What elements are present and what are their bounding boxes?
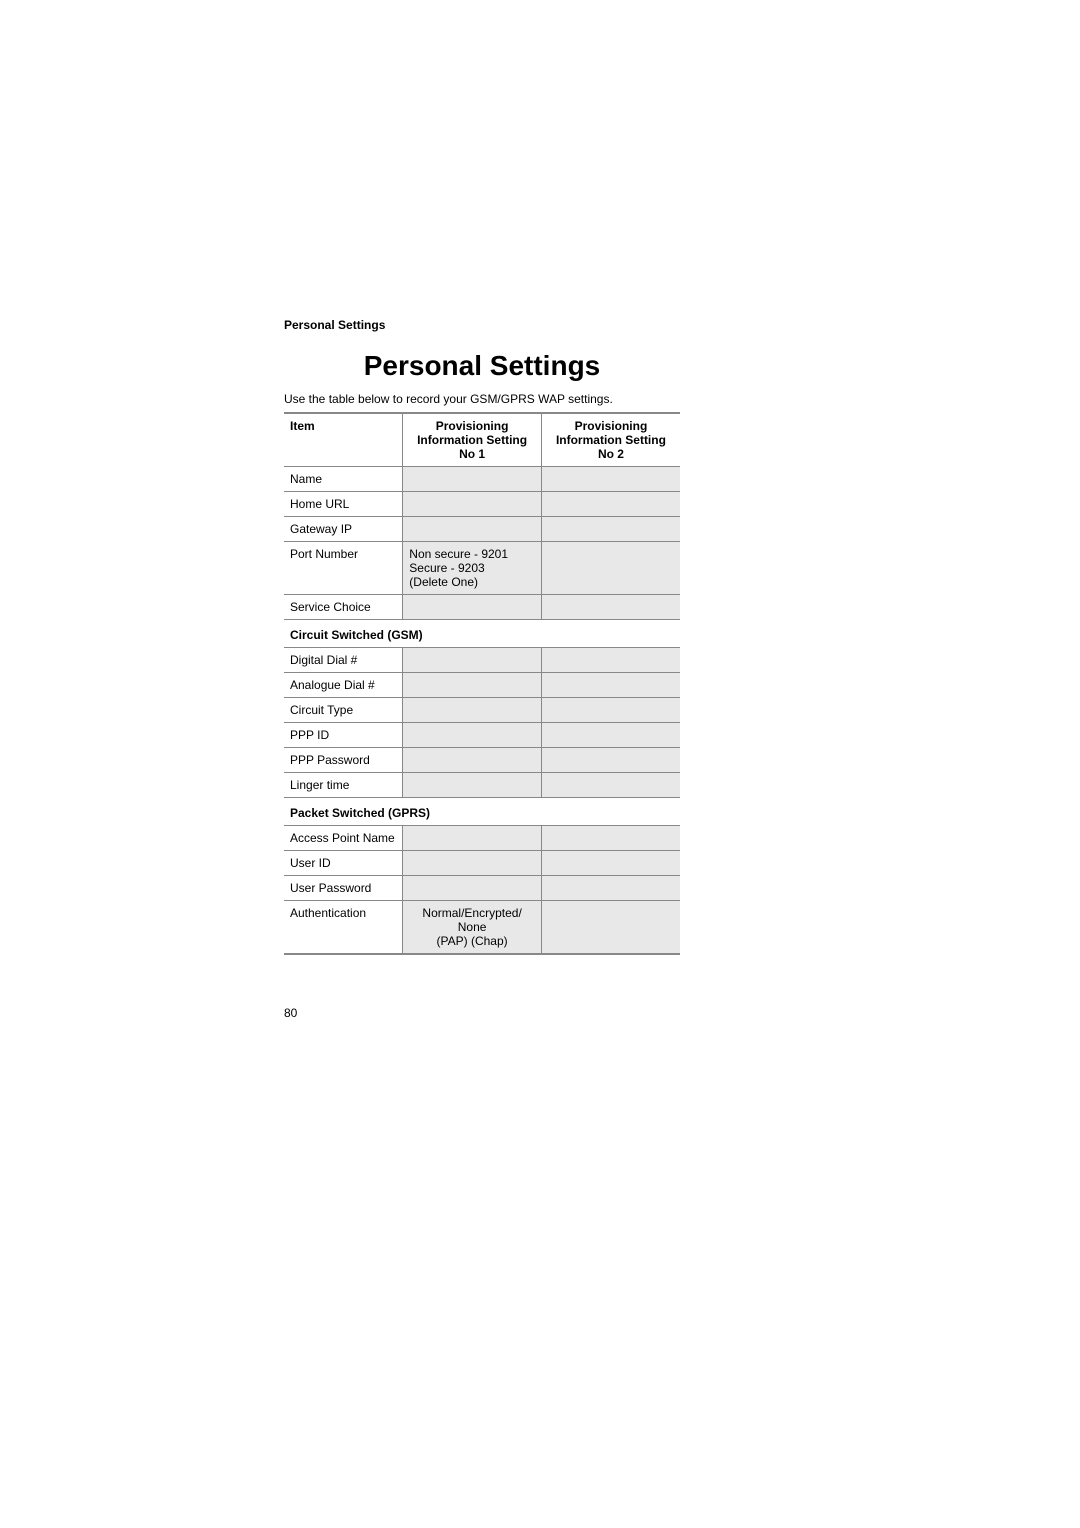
- cell-value-2: [541, 851, 680, 876]
- cell-label: User Password: [284, 876, 403, 901]
- cell-label: User ID: [284, 851, 403, 876]
- cell-label: Circuit Type: [284, 698, 403, 723]
- table-row: Linger time: [284, 773, 680, 798]
- table-row: PPP ID: [284, 723, 680, 748]
- table-row: Home URL: [284, 492, 680, 517]
- cell-value-2: [541, 467, 680, 492]
- table-row: Name: [284, 467, 680, 492]
- table-row: Port Number Non secure - 9201 Secure - 9…: [284, 542, 680, 595]
- page-title: Personal Settings: [284, 350, 680, 382]
- cell-value-1: [403, 492, 542, 517]
- cell-value-1: [403, 876, 542, 901]
- cell-value-2: [541, 901, 680, 955]
- section-label: Circuit Switched (GSM): [284, 620, 680, 648]
- table-row: User ID: [284, 851, 680, 876]
- cell-label: Access Point Name: [284, 826, 403, 851]
- section-header: Packet Switched (GPRS): [284, 798, 680, 826]
- cell-value-1: [403, 773, 542, 798]
- cell-value-2: [541, 595, 680, 620]
- cell-value-1: [403, 648, 542, 673]
- cell-value-2: [541, 648, 680, 673]
- table-row: Authentication Normal/Encrypted/ None (P…: [284, 901, 680, 955]
- table-row: Gateway IP: [284, 517, 680, 542]
- cell-value-1: [403, 673, 542, 698]
- table-row: Service Choice: [284, 595, 680, 620]
- cell-value-1: [403, 595, 542, 620]
- col-setting-1: Provisioning Information Setting No 1: [403, 413, 542, 467]
- col-setting-2: Provisioning Information Setting No 2: [541, 413, 680, 467]
- cell-value-2: [541, 723, 680, 748]
- cell-value-2: [541, 492, 680, 517]
- table-row: User Password: [284, 876, 680, 901]
- section-label: Packet Switched (GPRS): [284, 798, 680, 826]
- cell-value-2: [541, 673, 680, 698]
- table-row: Digital Dial #: [284, 648, 680, 673]
- cell-value-2: [541, 698, 680, 723]
- cell-value-1: [403, 467, 542, 492]
- cell-value-1: [403, 517, 542, 542]
- table-row: Circuit Type: [284, 698, 680, 723]
- cell-value-2: [541, 773, 680, 798]
- section-header: Circuit Switched (GSM): [284, 620, 680, 648]
- cell-value-1: [403, 748, 542, 773]
- cell-label: Gateway IP: [284, 517, 403, 542]
- cell-value-2: [541, 876, 680, 901]
- cell-value-1: [403, 723, 542, 748]
- cell-label: PPP ID: [284, 723, 403, 748]
- cell-value-1: [403, 826, 542, 851]
- cell-label: Home URL: [284, 492, 403, 517]
- running-header: Personal Settings: [284, 318, 680, 332]
- cell-label: Port Number: [284, 542, 403, 595]
- cell-value-1: [403, 698, 542, 723]
- cell-label: Service Choice: [284, 595, 403, 620]
- col-item: Item: [284, 413, 403, 467]
- cell-label: Name: [284, 467, 403, 492]
- cell-label: Digital Dial #: [284, 648, 403, 673]
- table-row: Access Point Name: [284, 826, 680, 851]
- table-row: Analogue Dial #: [284, 673, 680, 698]
- page-number: 80: [284, 1006, 297, 1020]
- cell-label: PPP Password: [284, 748, 403, 773]
- cell-value-2: [541, 826, 680, 851]
- cell-value-1: Normal/Encrypted/ None (PAP) (Chap): [403, 901, 542, 955]
- subtitle: Use the table below to record your GSM/G…: [284, 392, 680, 406]
- cell-label: Linger time: [284, 773, 403, 798]
- cell-value-2: [541, 542, 680, 595]
- settings-table: Item Provisioning Information Setting No…: [284, 412, 680, 955]
- cell-value-2: [541, 517, 680, 542]
- table-row: PPP Password: [284, 748, 680, 773]
- cell-value-1: Non secure - 9201 Secure - 9203 (Delete …: [403, 542, 542, 595]
- cell-value-1: [403, 851, 542, 876]
- cell-value-2: [541, 748, 680, 773]
- page: Personal Settings Personal Settings Use …: [0, 0, 1080, 1528]
- cell-label: Analogue Dial #: [284, 673, 403, 698]
- cell-label: Authentication: [284, 901, 403, 955]
